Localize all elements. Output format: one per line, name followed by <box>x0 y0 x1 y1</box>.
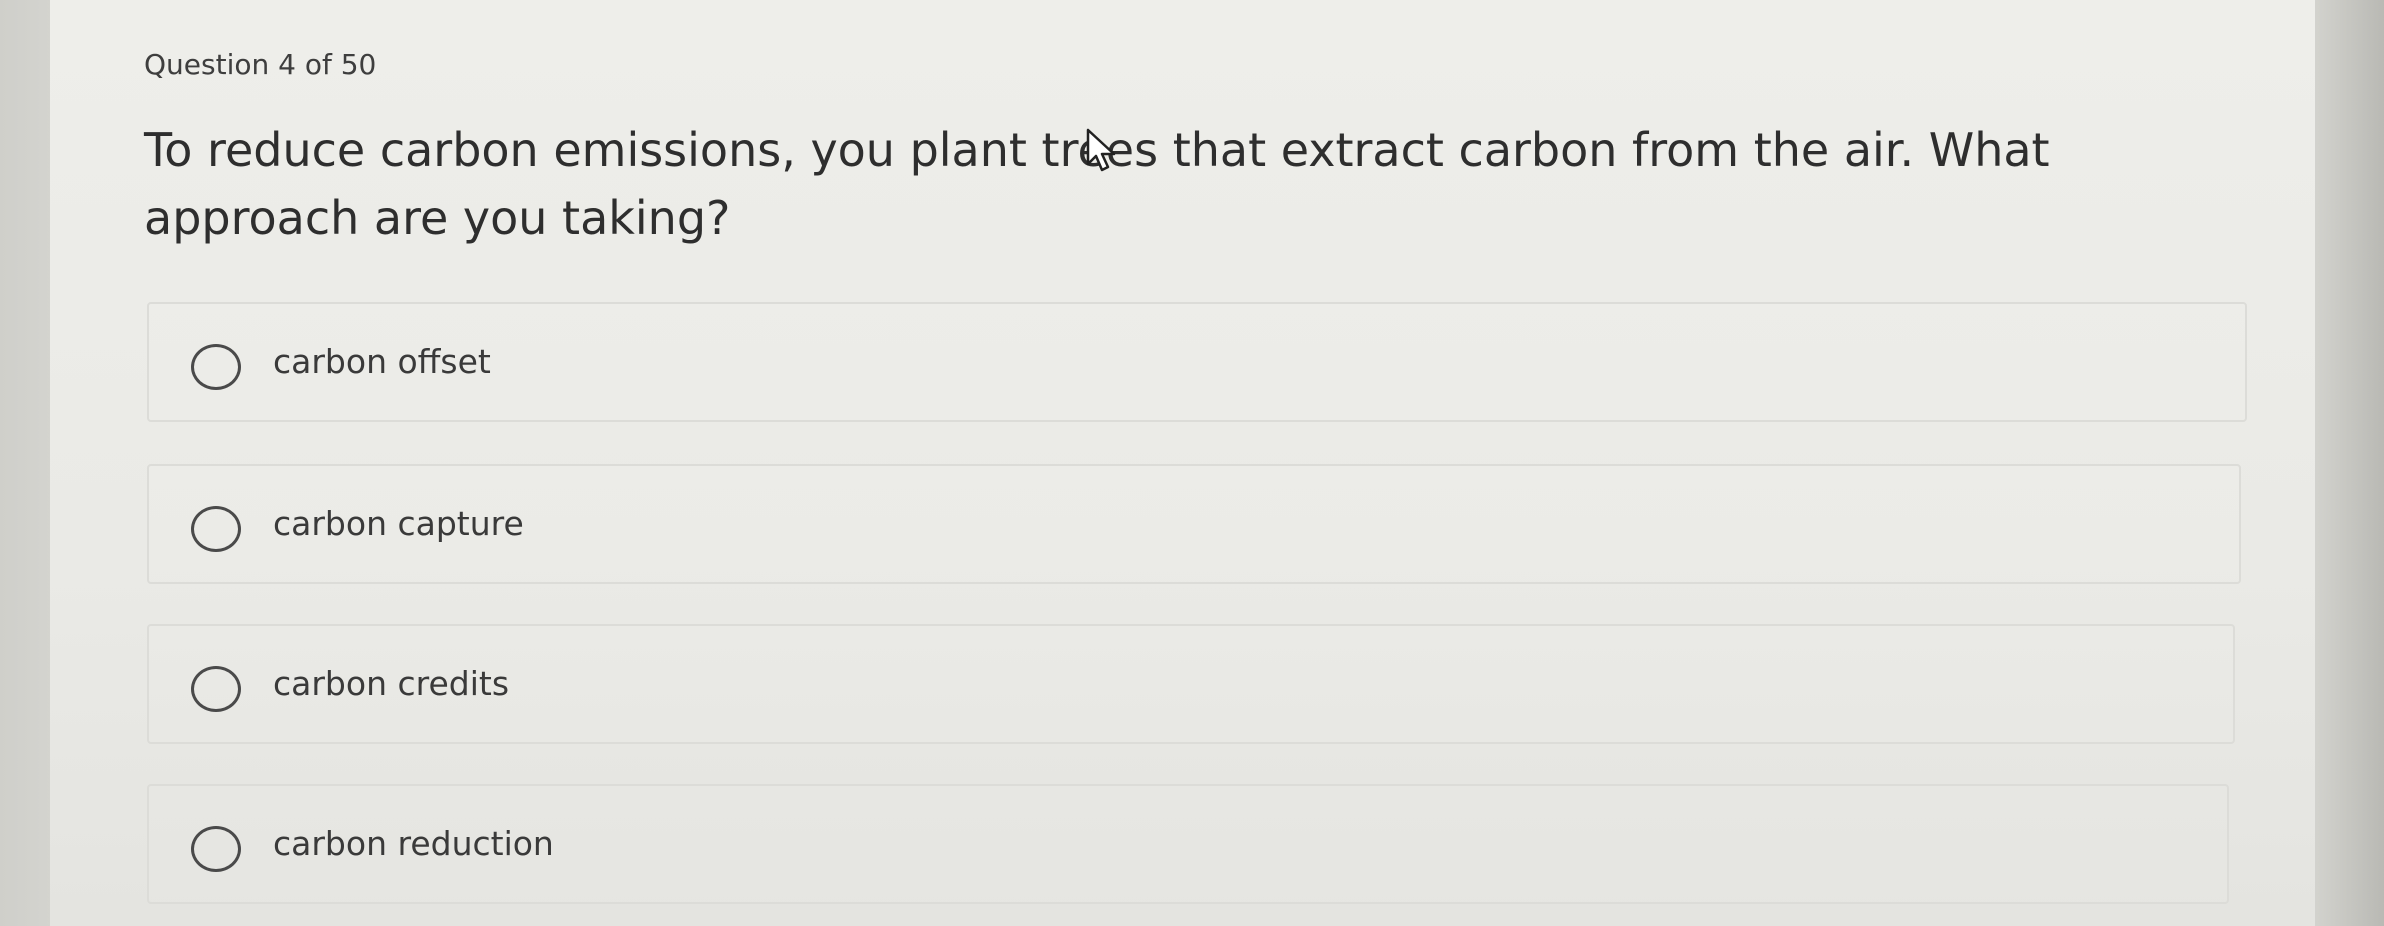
answer-option-label: carbon offset <box>273 342 491 381</box>
answer-option-1[interactable]: carbon offset <box>147 302 2247 422</box>
answer-option-label: carbon reduction <box>273 824 554 863</box>
question-text: To reduce carbon emissions, you plant tr… <box>144 123 2050 245</box>
answer-option-2[interactable]: carbon capture <box>147 464 2241 584</box>
radio-button-icon[interactable] <box>191 826 241 872</box>
radio-button-icon[interactable] <box>191 666 241 712</box>
answer-option-label: carbon capture <box>273 504 524 543</box>
question-counter: Question 4 of 50 <box>144 48 377 81</box>
radio-button-icon[interactable] <box>191 506 241 552</box>
answer-option-4[interactable]: carbon reduction <box>147 784 2229 904</box>
answer-option-3[interactable]: carbon credits <box>147 624 2235 744</box>
answer-option-label: carbon credits <box>273 664 510 703</box>
arrow-cursor-icon <box>1086 128 1116 172</box>
radio-button-icon[interactable] <box>191 344 241 390</box>
